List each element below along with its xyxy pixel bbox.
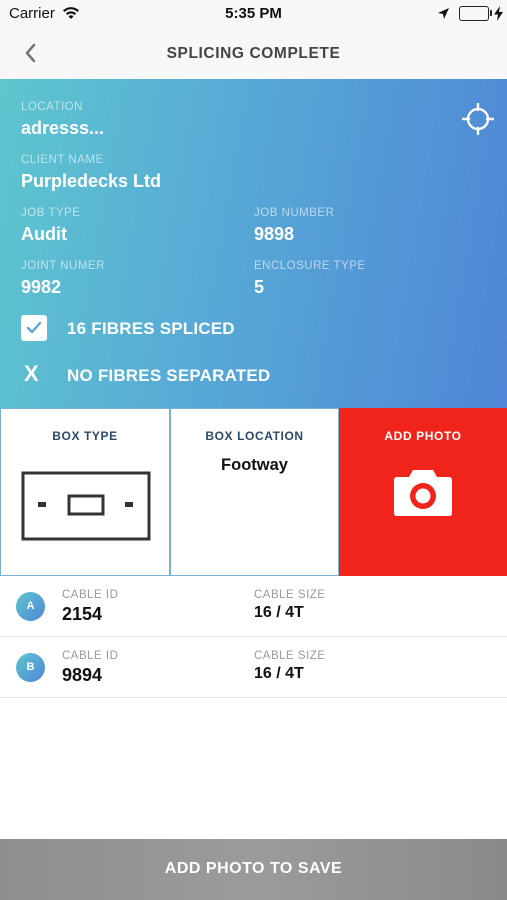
cable-row-a[interactable]: A CABLE ID 2154 CABLE SIZE 16 / 4T	[0, 576, 507, 637]
job-type-value: Audit	[21, 224, 67, 244]
box-location-tile[interactable]: BOX LOCATION Footway	[170, 408, 339, 576]
cable-list: A CABLE ID 2154 CABLE SIZE 16 / 4T B CAB…	[0, 576, 507, 698]
charging-bolt-icon	[494, 6, 503, 26]
joint-number-value: 9982	[21, 277, 62, 297]
cable-size-value: 16 / 4T	[254, 665, 304, 682]
fibres-spliced-text: 16 FIBRES SPLICED	[67, 319, 235, 338]
fibres-separated-text: NO FIBRES SEPARATED	[67, 366, 271, 385]
job-type-label: JOB TYPE	[21, 207, 81, 219]
location-value: adresss...	[21, 118, 105, 138]
save-button-label: ADD PHOTO TO SAVE	[164, 860, 343, 877]
box-tiles: BOX TYPE BOX LOCATION Footway ADD PHOTO	[0, 408, 507, 576]
locate-button[interactable]	[461, 102, 495, 136]
cable-id-value: 2154	[62, 604, 103, 624]
cable-row-b[interactable]: B CABLE ID 9894 CABLE SIZE 16 / 4T	[0, 637, 507, 698]
location-label: LOCATION	[21, 101, 83, 113]
box-type-icon	[21, 471, 151, 541]
enclosure-type-label: ENCLOSURE TYPE	[254, 260, 366, 272]
fibres-spliced-checkbox[interactable]	[21, 315, 47, 341]
client-name-label: CLIENT NAME	[21, 154, 104, 166]
cable-size-label: CABLE SIZE	[254, 650, 326, 662]
client-name-value: Purpledecks Ltd	[21, 171, 162, 191]
navigation-bar: SPLICING COMPLETE	[0, 28, 507, 79]
add-photo-tile[interactable]: ADD PHOTO	[339, 408, 507, 576]
add-photo-to-save-button[interactable]: ADD PHOTO TO SAVE	[0, 839, 507, 900]
enclosure-type-value: 5	[254, 277, 265, 297]
cable-badge: B	[16, 653, 45, 682]
location-arrow-icon	[437, 7, 450, 25]
cable-badge: A	[16, 592, 45, 621]
job-number-label: JOB NUMBER	[254, 207, 335, 219]
job-info-panel: LOCATION adresss... CLIENT NAME Purplede…	[0, 79, 507, 408]
add-photo-label: ADD PHOTO	[384, 429, 462, 443]
status-time: 5:35 PM	[225, 5, 282, 22]
battery-tip	[490, 10, 492, 16]
cable-id-label: CABLE ID	[62, 650, 119, 662]
box-type-tile[interactable]: BOX TYPE	[0, 408, 170, 576]
box-location-label: BOX LOCATION	[205, 429, 304, 443]
box-location-value: Footway	[221, 456, 288, 474]
cable-size-value: 16 / 4T	[254, 604, 304, 621]
camera-icon	[394, 470, 452, 516]
cable-id-value: 9894	[62, 665, 103, 685]
battery-icon	[459, 6, 489, 21]
checkmark-icon	[26, 321, 42, 334]
page-title: SPLICING COMPLETE	[166, 45, 341, 62]
cable-id-label: CABLE ID	[62, 589, 119, 601]
fibres-separated-mark: X	[24, 361, 39, 386]
status-bar: Carrier 5:35 PM	[0, 0, 507, 28]
crosshair-icon	[461, 102, 495, 136]
joint-number-label: JOINT NUMER	[21, 260, 105, 272]
job-number-value: 9898	[254, 224, 295, 244]
box-type-label: BOX TYPE	[52, 429, 118, 443]
cable-size-label: CABLE SIZE	[254, 589, 326, 601]
